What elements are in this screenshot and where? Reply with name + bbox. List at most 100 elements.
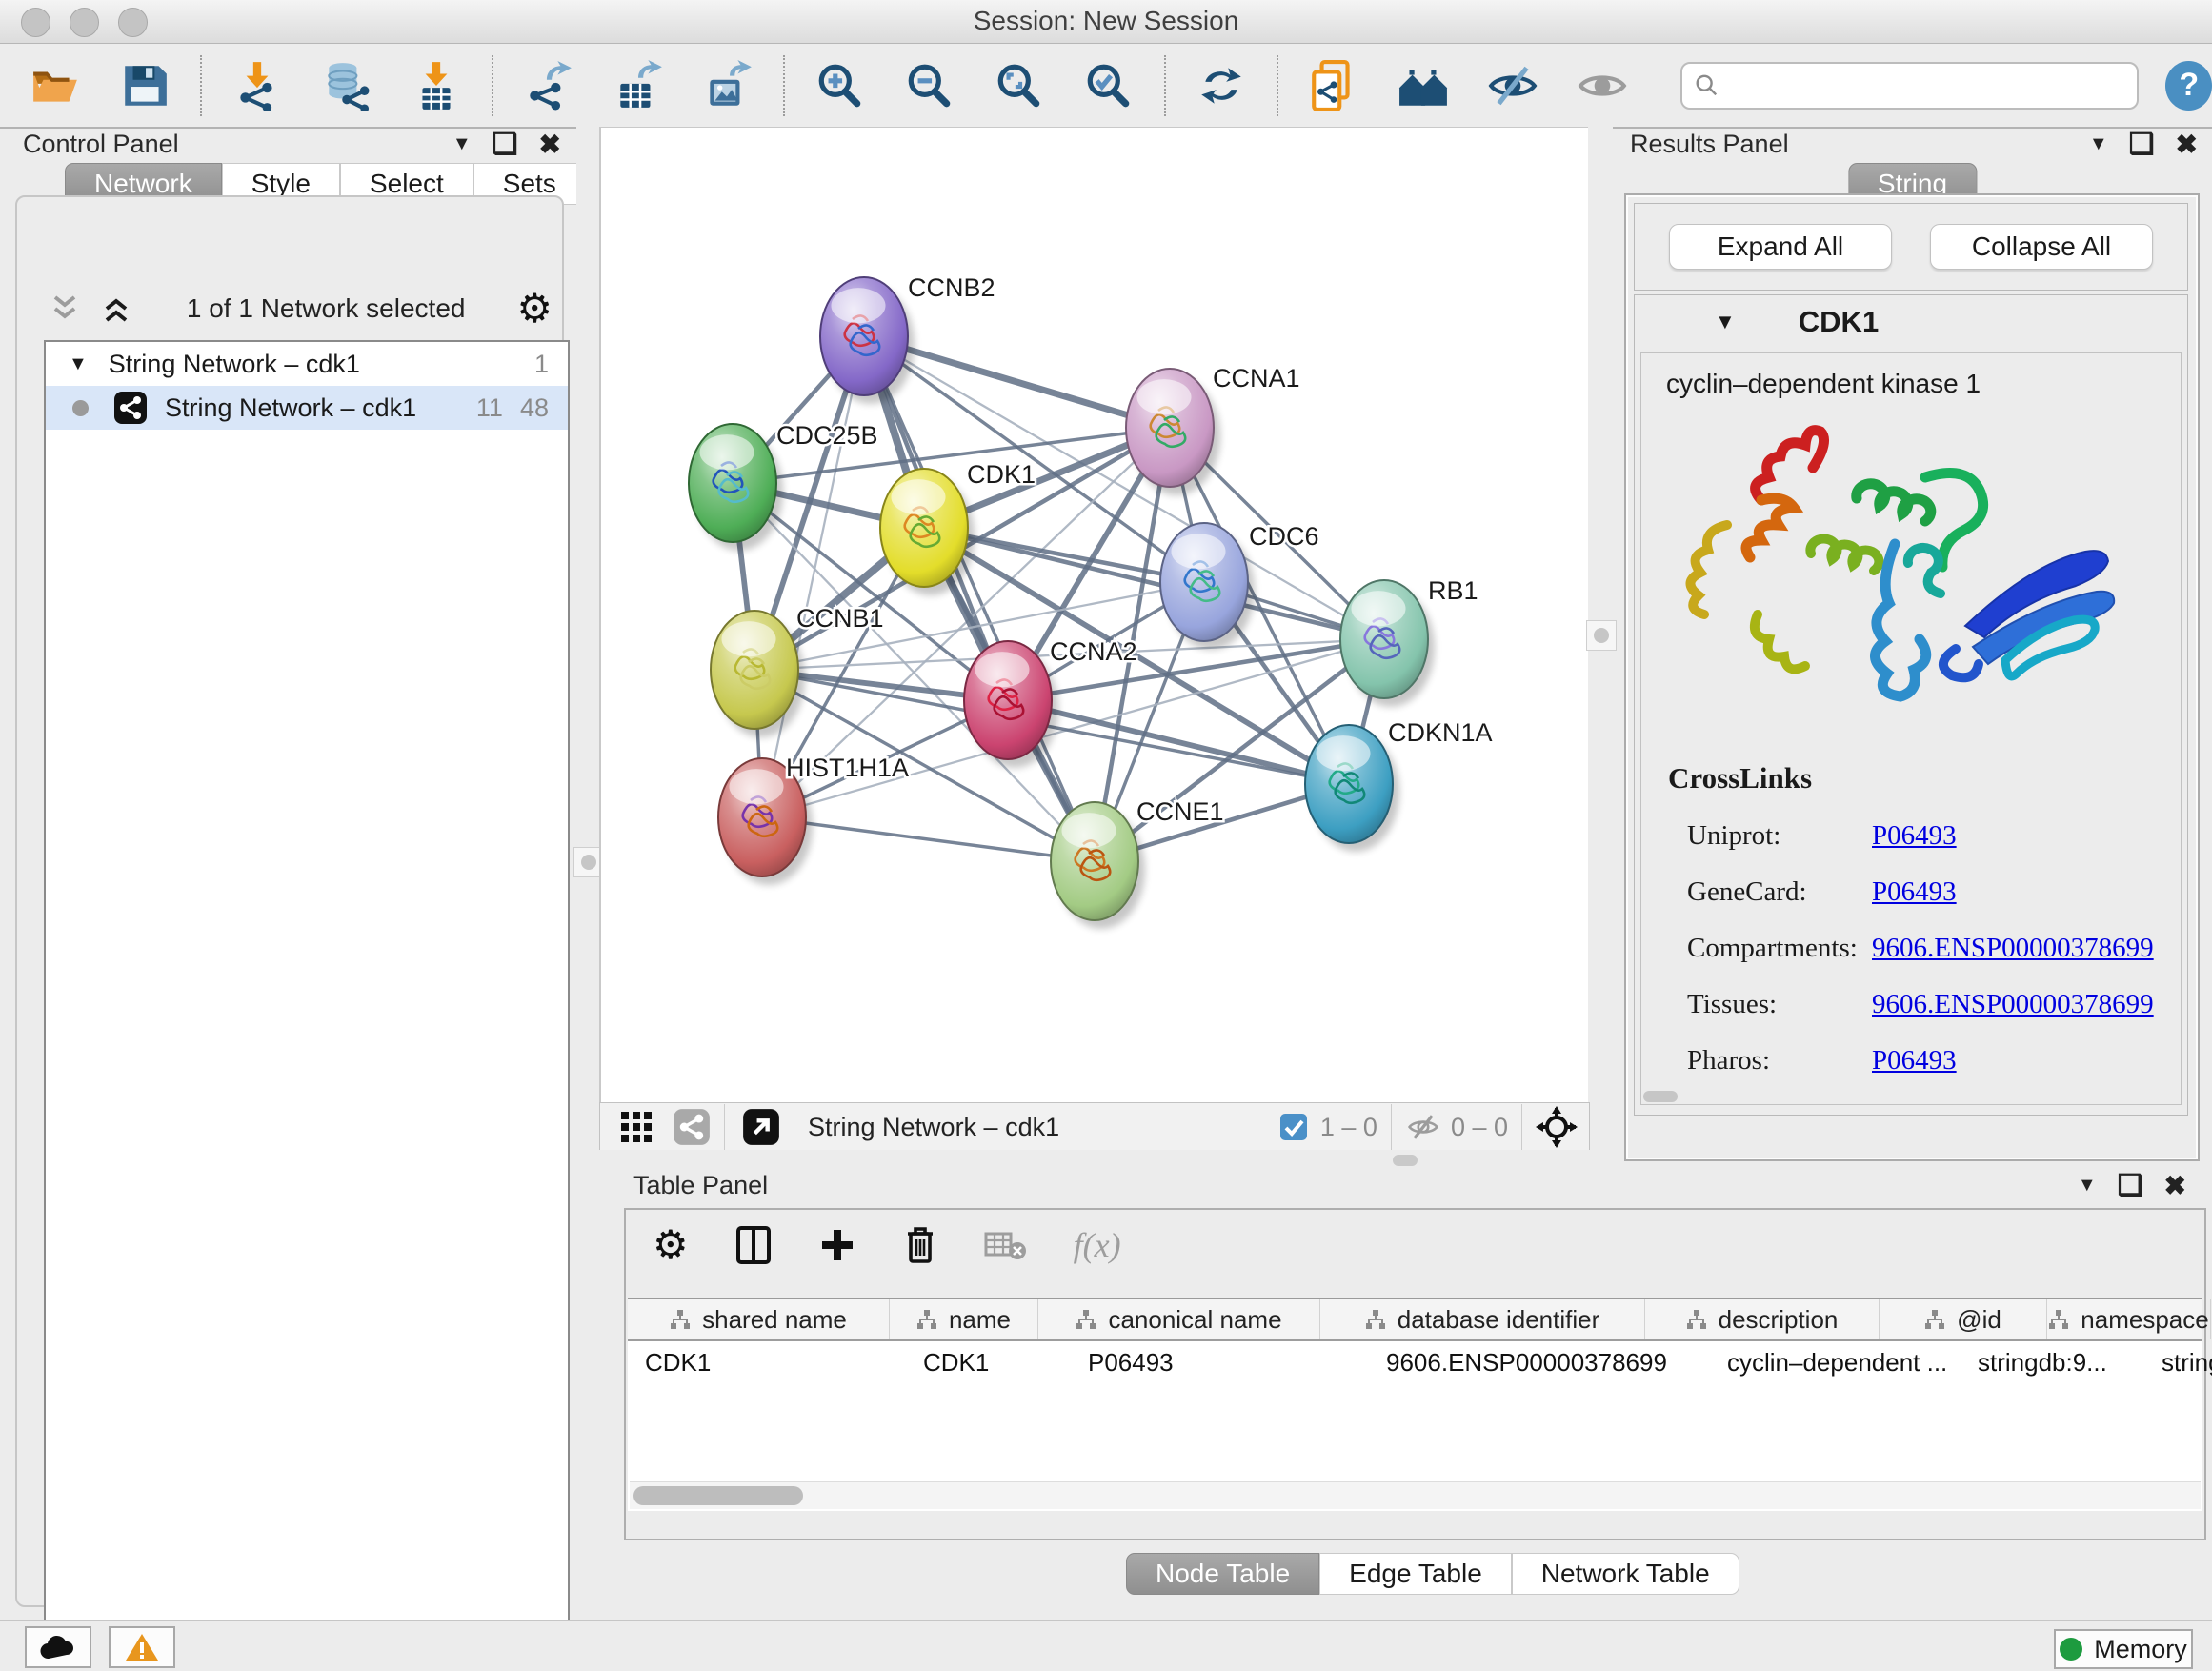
show-columns-icon[interactable] (734, 1224, 773, 1266)
tab-edge-table[interactable]: Edge Table (1319, 1553, 1512, 1595)
table-cell[interactable]: 9606.ENSP00000378699 (1369, 1341, 1710, 1383)
network-edge[interactable] (864, 336, 1095, 861)
collapse-all-button[interactable]: Collapse All (1930, 224, 2153, 270)
table-options-gear-icon[interactable]: ⚙ (653, 1226, 689, 1264)
expand-all-button[interactable]: Expand All (1669, 224, 1892, 270)
zoom-in-icon[interactable] (814, 59, 867, 112)
crosslink-link[interactable]: P06493 (1872, 1045, 1957, 1077)
tab-node-table[interactable]: Node Table (1126, 1553, 1319, 1595)
network-row-selected[interactable]: String Network – cdk1 11 48 (46, 386, 568, 430)
network-node-rb1[interactable] (1340, 580, 1435, 707)
close-panel-icon[interactable]: ✖ (2164, 1170, 2186, 1201)
search-input[interactable] (1720, 70, 2126, 101)
import-network-database-icon[interactable] (320, 59, 373, 112)
column-header-canonical-name[interactable]: canonical name (1038, 1299, 1320, 1339)
application-window: Session: New Session (0, 0, 2212, 1671)
hierarchy-icon (1924, 1309, 1945, 1330)
collapse-all-icon[interactable] (46, 292, 84, 326)
network-node-cdk1[interactable] (880, 469, 975, 595)
node-table[interactable]: shared namenamecanonical namedatabase id… (628, 1298, 2202, 1511)
selected-checkbox-icon[interactable] (1278, 1112, 1309, 1142)
column-header--id[interactable]: @id (1880, 1299, 2047, 1339)
show-all-icon[interactable] (1576, 59, 1629, 112)
network-node-ccne1[interactable] (1051, 802, 1145, 929)
panel-menu-icon[interactable]: ▼ (2089, 133, 2108, 155)
memory-button[interactable]: Memory (2054, 1629, 2193, 1669)
table-panel: Table Panel ▼ ❑ ✖ ⚙ f(x) shared namename… (599, 1170, 2212, 1620)
node-section-header[interactable]: ▼ CDK1 (1635, 295, 2187, 349)
open-session-icon[interactable] (29, 59, 82, 112)
column-header-name[interactable]: name (890, 1299, 1038, 1339)
zoom-fit-icon[interactable] (993, 59, 1046, 112)
close-panel-icon[interactable]: ✖ (539, 129, 561, 160)
grid-view-icon[interactable] (617, 1108, 655, 1146)
crosslink-label: Uniprot: (1687, 820, 1864, 852)
float-panel-icon[interactable]: ❑ (2118, 1177, 2143, 1196)
table-cell[interactable]: cyclin–dependent ... (1710, 1341, 1961, 1383)
delete-column-icon[interactable] (902, 1224, 938, 1266)
cloud-status-button[interactable] (25, 1626, 91, 1668)
zoom-out-icon[interactable] (903, 59, 956, 112)
help-icon[interactable]: ? (2165, 61, 2212, 111)
table-cell[interactable]: stringdb (2144, 1341, 2212, 1383)
network-canvas[interactable]: CCNB2CCNA1CDC25BCDK1CDC6RB1CCNB1CCNA2CDK… (599, 127, 1590, 1103)
export-network-icon[interactable] (522, 59, 575, 112)
crosslink-link[interactable]: P06493 (1872, 820, 1957, 852)
clone-network-icon[interactable] (1307, 59, 1360, 112)
node-label-rb1: RB1 (1428, 576, 1478, 605)
panel-menu-icon[interactable]: ▼ (2078, 1175, 2097, 1197)
refresh-layout-icon[interactable] (1195, 59, 1248, 112)
column-header-description[interactable]: description (1645, 1299, 1880, 1339)
hide-selected-icon[interactable] (1486, 59, 1539, 112)
table-cell[interactable]: stringdb:9... (1961, 1341, 2144, 1383)
table-horizontal-scrollbar[interactable] (630, 1481, 2201, 1509)
section-expander-icon[interactable]: ▼ (1715, 310, 1736, 334)
network-node-cdkn1a[interactable] (1305, 725, 1399, 852)
close-panel-icon[interactable]: ✖ (2176, 129, 2198, 160)
network-node-ccnb1[interactable] (711, 611, 805, 737)
import-network-file-icon[interactable] (231, 59, 284, 112)
import-table-file-icon[interactable] (410, 59, 463, 112)
crosslink-link[interactable]: P06493 (1872, 876, 1957, 908)
table-cell[interactable]: CDK1 (628, 1341, 906, 1383)
network-node-ccna2[interactable] (964, 641, 1058, 768)
table-cell[interactable]: CDK1 (906, 1341, 1071, 1383)
results-scrollbar-thumb[interactable] (1643, 1091, 1678, 1102)
export-image-icon[interactable] (701, 59, 754, 112)
expander-icon[interactable]: ▼ (69, 353, 88, 375)
column-header-shared-name[interactable]: shared name (628, 1299, 890, 1339)
crosslink-link[interactable]: 9606.ENSP00000378699 (1872, 933, 2154, 964)
network-collection-row[interactable]: ▼ String Network – cdk1 1 (46, 342, 568, 386)
create-column-icon[interactable] (818, 1226, 856, 1264)
network-view-toolbar: String Network – cdk1 1 – 0 0 – 0 (599, 1102, 1590, 1152)
right-splitter[interactable] (1588, 127, 1613, 1170)
tab-network-table[interactable]: Network Table (1512, 1553, 1739, 1595)
search-box[interactable] (1680, 62, 2139, 110)
float-panel-icon[interactable]: ❑ (493, 135, 518, 154)
horizontal-splitter-handle[interactable] (1393, 1155, 1418, 1166)
column-header-database-identifier[interactable]: database identifier (1320, 1299, 1645, 1339)
network-node-ccnb2[interactable] (820, 277, 915, 404)
left-splitter[interactable] (576, 127, 600, 1170)
cloud-icon (39, 1634, 77, 1661)
table-cell[interactable]: P06493 (1071, 1341, 1369, 1383)
network-view-icon[interactable] (673, 1108, 711, 1146)
detach-view-icon[interactable] (742, 1108, 780, 1146)
table-scrollbar-thumb[interactable] (633, 1486, 803, 1505)
panel-menu-icon[interactable]: ▼ (452, 133, 472, 155)
save-session-icon[interactable] (118, 59, 171, 112)
zoom-selected-icon[interactable] (1082, 59, 1136, 112)
network-edge[interactable] (762, 336, 864, 817)
crosslink-link[interactable]: 9606.ENSP00000378699 (1872, 989, 2154, 1020)
export-table-icon[interactable] (612, 59, 665, 112)
float-panel-icon[interactable]: ❑ (2129, 135, 2155, 154)
birds-eye-toggle-icon[interactable] (1536, 1106, 1578, 1148)
column-header-namespace[interactable]: namespace (2047, 1299, 2211, 1339)
first-neighbors-icon[interactable] (1397, 59, 1450, 112)
hidden-eye-icon[interactable] (1405, 1111, 1441, 1143)
warnings-button[interactable] (109, 1626, 175, 1668)
table-row[interactable]: CDK1CDK1P064939606.ENSP00000378699cyclin… (628, 1341, 2202, 1383)
network-node-cdc6[interactable] (1160, 523, 1255, 650)
expand-all-icon[interactable] (97, 292, 135, 326)
network-options-gear-icon[interactable]: ⚙ (516, 290, 553, 328)
